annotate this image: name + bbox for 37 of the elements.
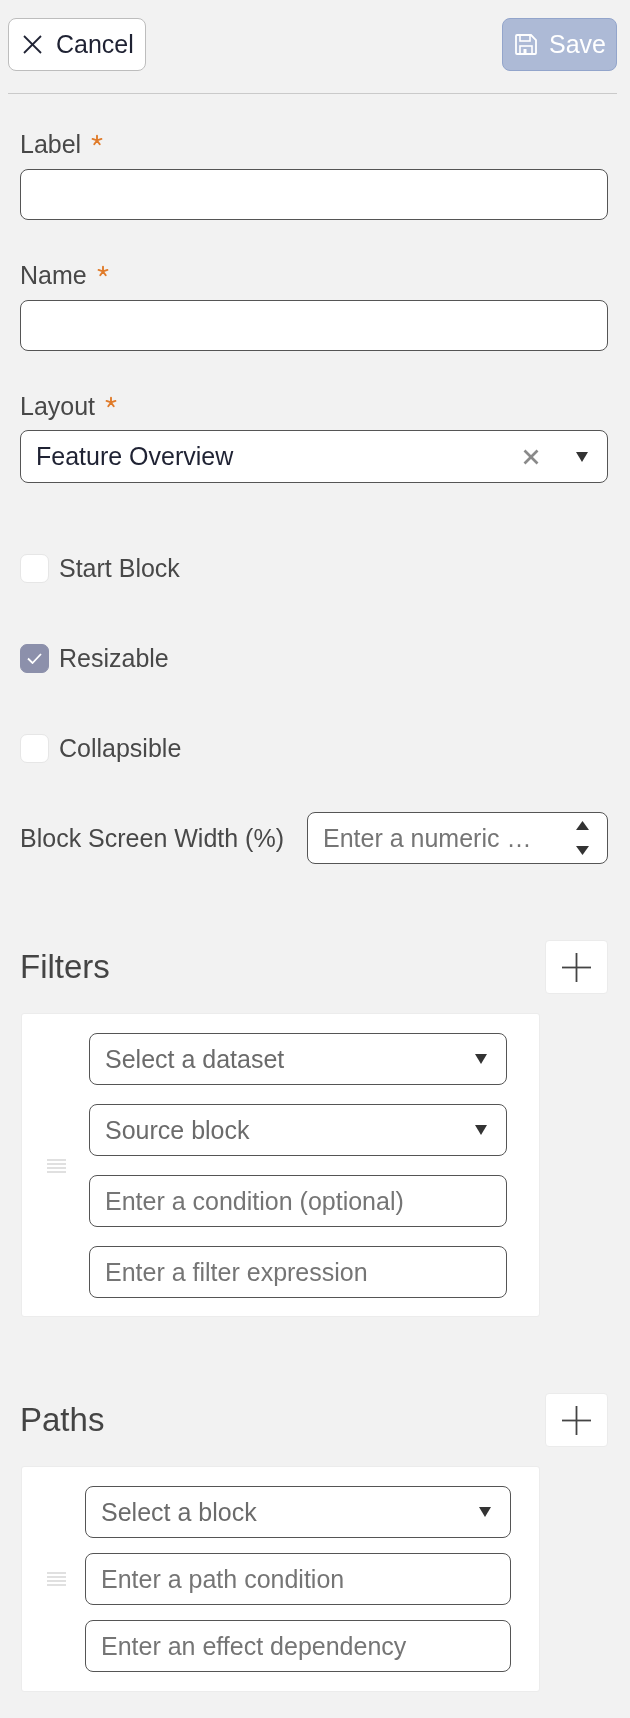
select-field[interactable]: Feature Overview xyxy=(20,430,608,483)
drag-handle-icon[interactable] xyxy=(47,1572,66,1586)
caret-icon xyxy=(479,1507,491,1517)
input-field[interactable] xyxy=(20,169,608,220)
step-down-icon[interactable] xyxy=(576,846,589,855)
field-label: Name xyxy=(20,261,87,289)
field-label: Layout xyxy=(20,392,96,420)
input-field[interactable]: Enter an effect dependency xyxy=(85,1620,511,1672)
plus-icon xyxy=(562,1405,591,1435)
input-field[interactable]: Enter a condition (optional) xyxy=(89,1175,507,1227)
add-button[interactable] xyxy=(545,940,608,994)
checkbox-label: Resizable xyxy=(59,644,169,672)
section-title: Paths xyxy=(20,1401,105,1439)
number-input[interactable]: Enter a numeric … xyxy=(307,812,608,864)
clear-icon[interactable] xyxy=(523,448,539,465)
checkbox-label: Start Block xyxy=(59,554,180,582)
checkbox[interactable] xyxy=(20,643,49,673)
step-up-icon[interactable] xyxy=(576,821,589,830)
field-label: Block Screen Width (%) xyxy=(20,824,284,852)
add-button[interactable] xyxy=(545,1393,608,1447)
checkbox-label: Collapsible xyxy=(59,734,182,762)
drag-handle-icon[interactable] xyxy=(47,1158,66,1173)
select-field[interactable]: Select a block xyxy=(85,1486,511,1538)
plus-icon xyxy=(562,952,591,982)
select-field[interactable]: Source block xyxy=(89,1104,507,1156)
cancel-button[interactable]: Cancel xyxy=(8,18,146,71)
caret-icon xyxy=(576,451,588,462)
input-field[interactable] xyxy=(20,300,608,351)
input-field[interactable]: Enter a filter expression xyxy=(89,1246,507,1298)
close-icon xyxy=(23,35,42,54)
section-title: Filters xyxy=(20,948,110,986)
check-icon xyxy=(27,652,42,664)
caret-icon xyxy=(475,1054,487,1064)
field-label: Label xyxy=(20,130,82,158)
input-field[interactable]: Enter a path condition xyxy=(85,1553,511,1605)
caret-icon xyxy=(475,1125,487,1135)
select-field[interactable]: Select a dataset xyxy=(89,1033,507,1085)
